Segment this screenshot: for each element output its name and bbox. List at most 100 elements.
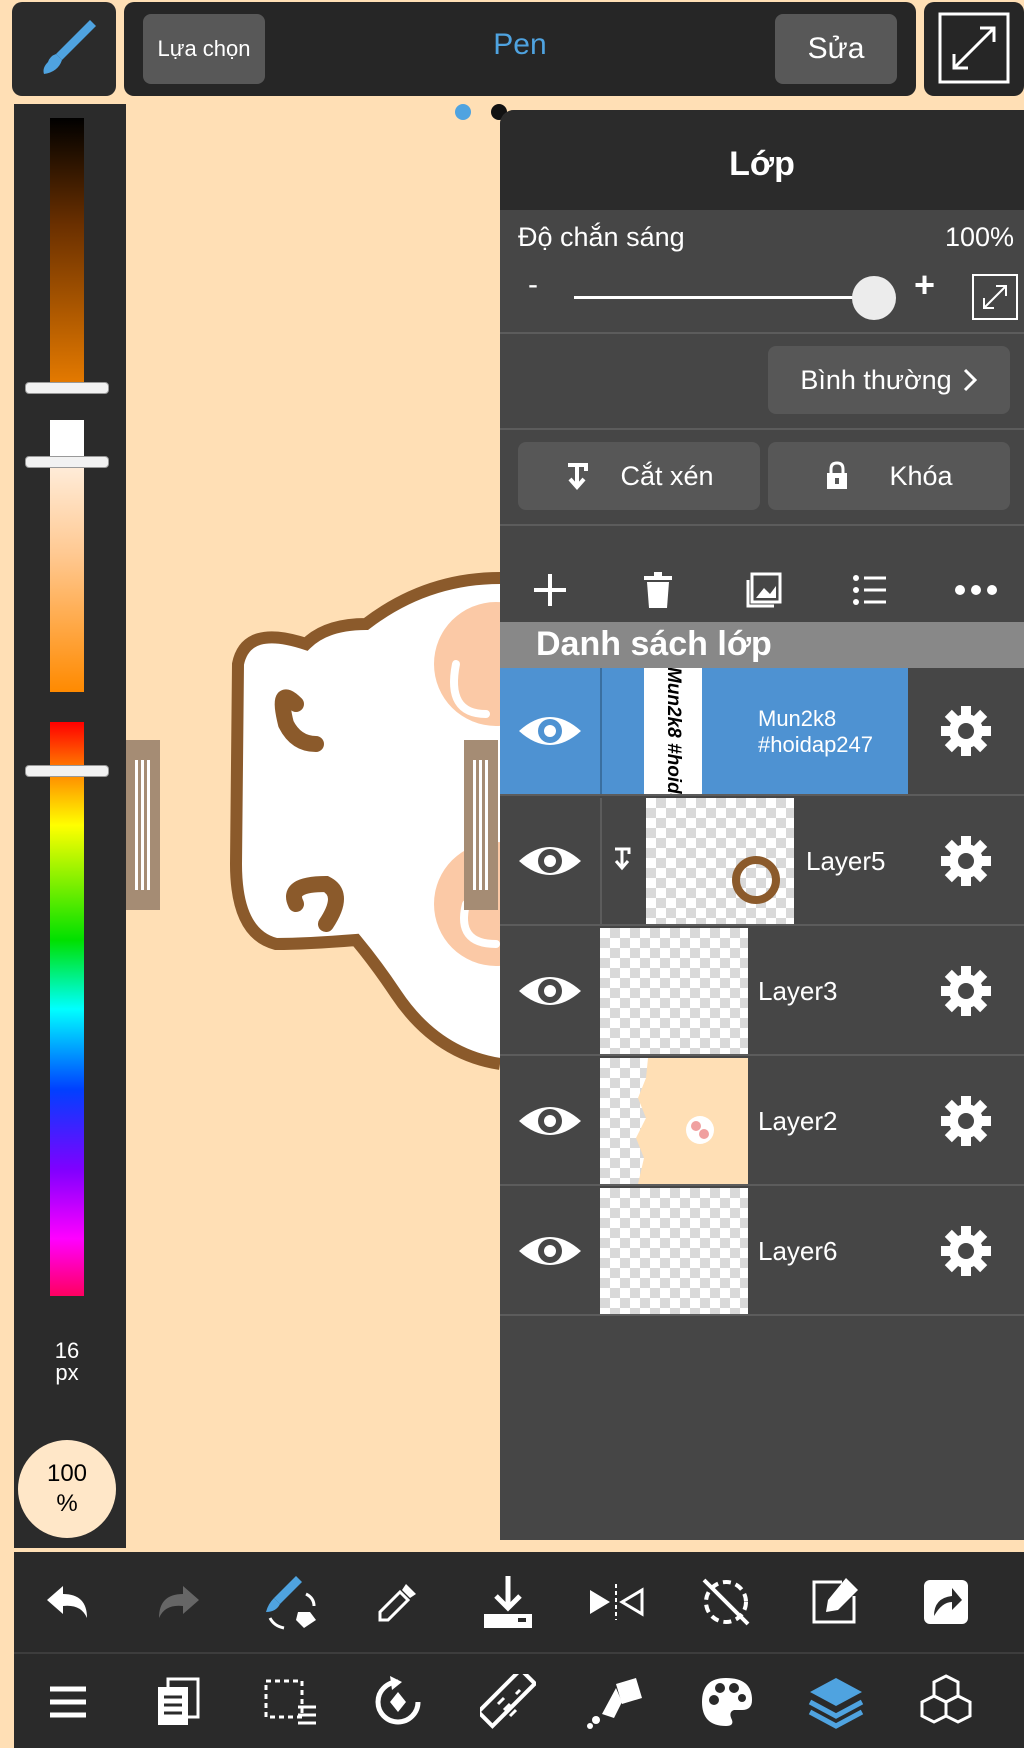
- eye-icon: [519, 977, 581, 1005]
- menu-button[interactable]: [36, 1670, 100, 1734]
- layer-settings-button[interactable]: [908, 1188, 1024, 1314]
- layer-settings-button[interactable]: [908, 928, 1024, 1054]
- selection-icon: [264, 1679, 316, 1725]
- pages-icon: [158, 1677, 200, 1725]
- rotate-lock-button[interactable]: [694, 1570, 758, 1634]
- select-button[interactable]: Lựa chọn: [143, 14, 265, 84]
- blend-mode-button[interactable]: Bình thường: [768, 346, 1010, 414]
- clipping-label: Cắt xén: [620, 460, 714, 491]
- flip-icon: [590, 1584, 644, 1620]
- gear-icon: [941, 1096, 991, 1146]
- fill-button[interactable]: [584, 1670, 648, 1734]
- eye-icon: [519, 717, 581, 745]
- lock-icon: [827, 461, 848, 489]
- import-image-button[interactable]: [734, 560, 794, 620]
- rotate-canvas-button[interactable]: [366, 1670, 430, 1734]
- fullscreen-icon: [938, 12, 1010, 84]
- clipping-icon: [568, 463, 589, 491]
- list-icon: [853, 575, 886, 605]
- lock-button[interactable]: Khóa: [768, 442, 1010, 510]
- opacity-value: 100%: [944, 222, 1014, 252]
- palette-button[interactable]: [694, 1670, 758, 1734]
- layer-settings-button[interactable]: [908, 798, 1024, 924]
- visibility-toggle[interactable]: [500, 928, 600, 1054]
- fullscreen-button[interactable]: [924, 2, 1024, 96]
- canvas-scroll-handle-right[interactable]: [464, 740, 498, 910]
- layer-name: Layer5: [806, 846, 886, 876]
- divider: [600, 668, 602, 794]
- opacity-increase-button[interactable]: +: [914, 264, 935, 306]
- opacity-decrease-button[interactable]: -: [528, 268, 538, 302]
- lock-label: Khóa: [889, 460, 953, 491]
- brush-size-unit: px: [55, 1360, 79, 1385]
- layer-row[interactable]: Layer3: [500, 928, 1024, 1056]
- layer-row[interactable]: Layer6: [500, 1188, 1024, 1316]
- flip-button[interactable]: [584, 1570, 648, 1634]
- hue-bar[interactable]: [50, 722, 84, 1296]
- share-icon: [924, 1580, 968, 1624]
- layer-row[interactable]: Layer2: [500, 1058, 1024, 1186]
- layer-row-selected[interactable]: Mun2k8 #hoidap247 Mun2k8 #hoidap247: [500, 668, 1024, 796]
- layer-panel-title: Lớp: [729, 145, 795, 183]
- image-icon: [746, 572, 782, 608]
- eyedropper-button[interactable]: [366, 1570, 430, 1634]
- share-button[interactable]: [914, 1570, 978, 1634]
- hue-slider[interactable]: [25, 765, 109, 777]
- fill-icon: [587, 1678, 642, 1729]
- brightness-bar[interactable]: [50, 118, 84, 388]
- undo-button[interactable]: [36, 1570, 100, 1634]
- clipping-indicator-icon: [612, 846, 632, 872]
- opacity-expand-button[interactable]: [972, 274, 1018, 320]
- brush-size[interactable]: 16 px: [46, 1340, 88, 1384]
- gear-icon: [941, 836, 991, 886]
- visibility-toggle[interactable]: [500, 798, 600, 924]
- brush-opacity-unit: %: [56, 1490, 78, 1517]
- opacity-slider-track[interactable]: [574, 296, 874, 299]
- brush-eraser-swap-button[interactable]: [258, 1570, 322, 1634]
- brush-tool-button[interactable]: [12, 2, 116, 96]
- add-layer-button[interactable]: [520, 560, 580, 620]
- divider: [600, 798, 602, 924]
- thumbnail-text: Mun2k8 #hoidap247: [663, 668, 684, 794]
- redo-button[interactable]: [146, 1570, 210, 1634]
- save-download-button[interactable]: [476, 1570, 540, 1634]
- delete-layer-button[interactable]: [628, 560, 688, 620]
- gear-icon: [941, 966, 991, 1016]
- eye-icon: [519, 847, 581, 875]
- layer-list-button[interactable]: [840, 560, 900, 620]
- brightness-slider[interactable]: [25, 382, 109, 394]
- palette-icon: [702, 1678, 752, 1726]
- materials-button[interactable]: [914, 1670, 978, 1734]
- more-options-button[interactable]: [946, 560, 1006, 620]
- edit-button[interactable]: Sửa: [775, 14, 897, 84]
- visibility-toggle[interactable]: [500, 1058, 600, 1184]
- page-dot-active[interactable]: [455, 104, 471, 120]
- current-tool-title[interactable]: Pen: [420, 28, 620, 62]
- pages-button[interactable]: [146, 1670, 210, 1734]
- chevron-right-icon: [963, 368, 977, 392]
- layer-name: Layer3: [758, 976, 838, 1006]
- ruler-button[interactable]: [476, 1670, 540, 1734]
- plus-icon: [534, 574, 566, 606]
- drawing-canvas[interactable]: [126, 104, 500, 1548]
- bottom-toolbar-navigation: [14, 1652, 1024, 1748]
- visibility-toggle[interactable]: [500, 1188, 600, 1314]
- brush-eraser-swap-icon: [266, 1576, 316, 1630]
- expand-icon: [983, 285, 1007, 309]
- opacity-slider-knob[interactable]: [852, 276, 896, 320]
- transform-button[interactable]: [804, 1570, 868, 1634]
- canvas-scroll-handle-left[interactable]: [126, 740, 160, 910]
- clipping-button[interactable]: Cắt xén: [518, 442, 760, 510]
- selection-button[interactable]: [258, 1670, 322, 1734]
- brush-opacity[interactable]: 100 %: [18, 1440, 116, 1538]
- layer-settings-button[interactable]: [908, 668, 1024, 794]
- saturation-slider[interactable]: [25, 456, 109, 468]
- visibility-toggle[interactable]: [500, 668, 600, 794]
- menu-icon: [50, 1686, 86, 1718]
- blend-mode-label: Bình thường: [800, 364, 952, 395]
- layer-settings-button[interactable]: [908, 1058, 1024, 1184]
- layers-button[interactable]: [804, 1670, 868, 1734]
- layers-icon: [808, 1678, 864, 1729]
- layer-row[interactable]: Layer5: [500, 798, 1024, 926]
- layer-thumbnail: [600, 1058, 748, 1184]
